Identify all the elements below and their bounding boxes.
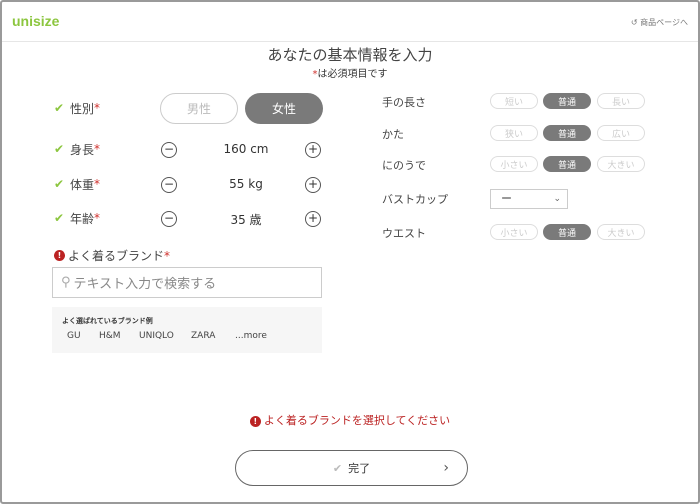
height-label: 身長 [70, 142, 95, 157]
back-to-product-link[interactable]: ↺ 商品ページへ [631, 17, 688, 28]
waist-label: ウエスト [382, 227, 426, 240]
page-title: あなたの基本情報を入力 [267, 46, 433, 64]
bust-cup-select[interactable]: ー ⌄ [490, 189, 568, 209]
age-label: 年齢 [70, 211, 95, 226]
bust-cup-value: ー [501, 192, 512, 205]
age-value: 35 歳 [230, 213, 262, 227]
gender-label: 性別 [70, 101, 95, 116]
gender-male-button[interactable]: 男性 [160, 93, 238, 124]
gender-female-button[interactable]: 女性 [245, 93, 323, 124]
upper-arm-label: にのうで [382, 159, 426, 172]
weight-minus-button[interactable]: − [161, 177, 177, 193]
age-plus-button[interactable]: + [305, 211, 321, 227]
subtitle: *は必須項目です [2, 65, 698, 80]
subtitle-text: は必須項目です [317, 69, 388, 80]
brand-label-text: よく着るブランド [68, 249, 165, 263]
error-message: ! よく着るブランドを選択してください [2, 412, 698, 428]
upper-arm-normal[interactable]: 普通 [543, 156, 591, 172]
check-icon: ✔ [54, 101, 65, 115]
brand-search-input[interactable]: ⚲ テキスト入力で検索する [52, 267, 322, 298]
search-icon: ⚲ [61, 275, 71, 290]
height-value: 160 cm [223, 142, 269, 156]
height-row: ✔ 身長 * [54, 137, 100, 161]
shoulder-normal[interactable]: 普通 [543, 125, 591, 141]
suggestions-title: よく選ばれているブランド例 [62, 317, 153, 325]
required-mark: * [164, 248, 171, 263]
waist-small[interactable]: 小さい [490, 224, 538, 240]
shoulder-label: かた [382, 128, 404, 141]
height-minus-button[interactable]: − [161, 142, 177, 158]
arm-length-short[interactable]: 短い [490, 93, 538, 109]
height-plus-button[interactable]: + [305, 142, 321, 158]
search-placeholder: テキスト入力で検索する [73, 277, 217, 292]
logo: unisize [12, 13, 60, 29]
shoulder-wide[interactable]: 広い [597, 125, 645, 141]
submit-label: 完了 [348, 462, 371, 475]
age-row: ✔ 年齢 * [54, 206, 100, 230]
chevron-right-icon: › [443, 460, 449, 476]
weight-plus-button[interactable]: + [305, 177, 321, 193]
arm-length-long[interactable]: 長い [597, 93, 645, 109]
chevron-down-icon: ⌄ [553, 194, 561, 204]
check-icon: ✔ [54, 142, 65, 156]
submit-button[interactable]: ✔ 完了 › [235, 450, 468, 486]
brand-more-link[interactable]: ...more [235, 331, 267, 341]
upper-arm-small[interactable]: 小さい [490, 156, 538, 172]
error-icon: ! [54, 250, 65, 261]
app-window: unisize ↺ 商品ページへ あなたの基本情報を入力 *は必須項目です ✔ 性… [0, 0, 700, 504]
brand-tag[interactable]: ZARA [191, 331, 215, 341]
required-mark: * [94, 101, 101, 115]
bust-cup-label: バストカップ [382, 193, 448, 206]
arm-length-label: 手の長さ [382, 96, 426, 109]
error-icon: ! [249, 416, 261, 427]
check-icon: ✔ [54, 211, 65, 225]
shoulder-narrow[interactable]: 狭い [490, 125, 538, 141]
gender-row: ✔ 性別 * [54, 96, 100, 120]
brand-tag[interactable]: H&M [99, 331, 121, 341]
waist-normal[interactable]: 普通 [543, 224, 591, 240]
required-mark: * [94, 211, 101, 225]
brand-suggestions: よく選ばれているブランド例 GU H&M UNIQLO ZARA ...more [52, 307, 322, 353]
header: unisize ↺ 商品ページへ [2, 2, 698, 42]
required-mark: * [94, 177, 101, 191]
upper-arm-large[interactable]: 大きい [597, 156, 645, 172]
error-text: よく着るブランドを選択してください [263, 414, 451, 427]
weight-value: 55 kg [229, 177, 263, 191]
brand-label: ! よく着るブランド * [54, 247, 170, 264]
weight-row: ✔ 体重 * [54, 172, 100, 196]
weight-label: 体重 [70, 177, 95, 192]
arm-length-normal[interactable]: 普通 [543, 93, 591, 109]
check-icon: ✔ [54, 177, 65, 191]
brand-tag[interactable]: UNIQLO [139, 331, 174, 341]
age-minus-button[interactable]: − [161, 211, 177, 227]
waist-large[interactable]: 大きい [597, 224, 645, 240]
required-mark: * [94, 142, 101, 156]
brand-tag[interactable]: GU [67, 331, 81, 341]
check-icon: ✔ [332, 461, 343, 475]
